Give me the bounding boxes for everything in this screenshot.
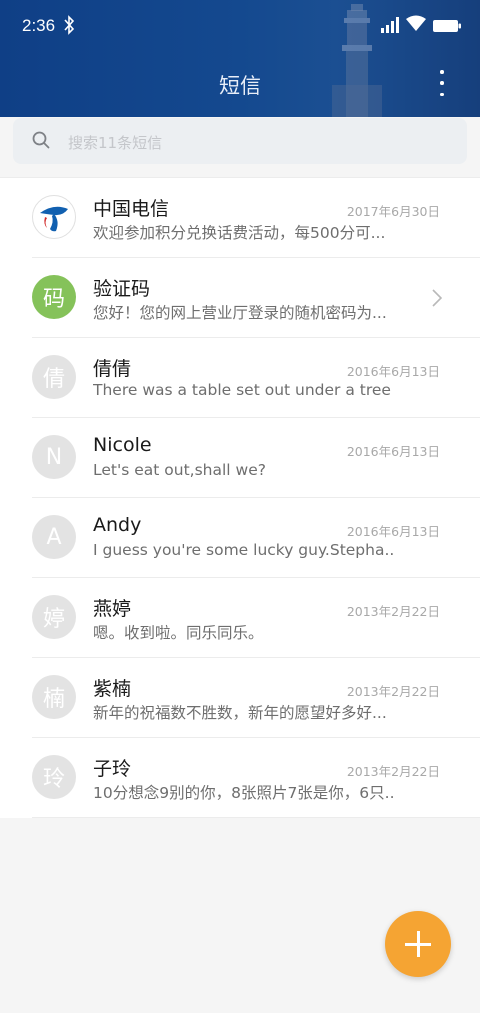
- contact-avatar: 婷: [32, 595, 76, 639]
- message-date: 2016年6月13日: [346, 364, 440, 379]
- contact-avatar: 楠: [32, 675, 76, 719]
- message-date: 2016年6月13日: [346, 524, 440, 539]
- message-preview: 10分想念9别的你，8张照片7张是你，6只...: [93, 784, 393, 802]
- china-telecom-logo-avatar: [32, 195, 76, 239]
- conversation-row[interactable]: 婷 燕婷 嗯。收到啦。同乐同乐。 2013年2月22日: [0, 578, 480, 658]
- new-message-button[interactable]: [385, 911, 451, 977]
- conversation-row[interactable]: 倩 倩倩 There was a table set out under a t…: [0, 338, 480, 418]
- app-header: 2:36 短信: [0, 0, 480, 117]
- contact-avatar: 倩: [32, 355, 76, 399]
- search-icon: [32, 131, 50, 149]
- conversation-row[interactable]: 楠 紫楠 新年的祝福数不胜数，新年的愿望好多好... 2013年2月22日: [0, 658, 480, 738]
- contact-avatar: A: [32, 515, 76, 559]
- contact-name: Nicole: [93, 434, 152, 456]
- message-preview: There was a table set out under a tree i…: [93, 381, 393, 399]
- china-telecom-logo: [40, 206, 68, 232]
- conversation-row[interactable]: 玲 子玲 10分想念9别的你，8张照片7张是你，6只... 2013年2月22日: [0, 738, 480, 818]
- message-preview: 嗯。收到啦。同乐同乐。: [93, 624, 264, 642]
- contact-name: 燕婷: [93, 598, 132, 620]
- message-date: 2013年2月22日: [346, 604, 440, 619]
- status-time: 2:36: [22, 16, 56, 35]
- contact-name: 倩倩: [93, 358, 132, 380]
- conversation-row[interactable]: N Nicole Let's eat out,shall we? 2016年6月…: [0, 418, 480, 498]
- row-divider: [32, 817, 480, 818]
- contact-name: Andy: [93, 514, 142, 536]
- contact-name: 子玲: [93, 758, 132, 780]
- conversation-row[interactable]: 码 验证码 您好！您的网上营业厅登录的随机密码为...: [0, 258, 480, 338]
- contact-avatar: 玲: [32, 755, 76, 799]
- contact-name: 中国电信: [93, 198, 170, 220]
- message-preview: 欢迎参加积分兑换话费活动，每500分可...: [93, 224, 386, 242]
- conversation-row[interactable]: A Andy I guess you're some lucky guy.Ste…: [0, 498, 480, 578]
- conversation-list: 中国电信 欢迎参加积分兑换话费活动，每500分可... 2017年6月30日 码…: [0, 177, 480, 818]
- message-preview: I guess you're some lucky guy.Stepha...: [93, 541, 393, 559]
- message-preview: Let's eat out,shall we?: [93, 461, 266, 479]
- bluetooth-icon: [64, 15, 75, 35]
- contact-name: 紫楠: [93, 678, 132, 700]
- conversation-row[interactable]: 中国电信 欢迎参加积分兑换话费活动，每500分可... 2017年6月30日: [0, 178, 480, 258]
- battery-icon: [433, 20, 461, 32]
- search-placeholder: 搜索11条短信: [68, 134, 163, 152]
- search-bar[interactable]: 搜索11条短信: [13, 118, 467, 164]
- contact-avatar: 码: [32, 275, 76, 319]
- message-date: 2017年6月30日: [346, 204, 440, 219]
- message-preview: 新年的祝福数不胜数，新年的愿望好多好...: [93, 704, 387, 722]
- contact-avatar: N: [32, 435, 76, 479]
- message-preview: 您好！您的网上营业厅登录的随机密码为...: [93, 304, 387, 322]
- chevron-right-icon: [432, 289, 442, 307]
- message-date: 2013年2月22日: [346, 764, 440, 779]
- wifi-icon: [406, 15, 426, 31]
- page-title: 短信: [219, 74, 261, 98]
- message-date: 2016年6月13日: [346, 444, 440, 459]
- message-date: 2013年2月22日: [346, 684, 440, 699]
- contact-name: 验证码: [93, 278, 151, 300]
- more-vert-icon[interactable]: [434, 70, 450, 96]
- status-bar: 2:36: [0, 0, 480, 54]
- signal-icon: [381, 17, 399, 33]
